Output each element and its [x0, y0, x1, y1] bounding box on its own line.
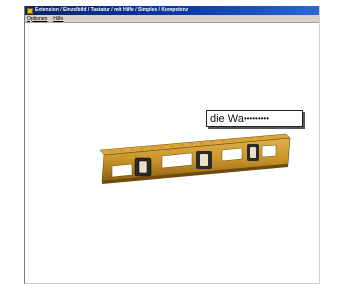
- answer-masked-text: •••••••••: [243, 114, 270, 123]
- spirit-level-image: [99, 133, 291, 184]
- vial-middle: [196, 151, 212, 169]
- menu-options[interactable]: Optionen: [27, 15, 47, 23]
- title-bar[interactable]: Extension / Einzelbild / Tastatur / mit …: [25, 6, 319, 15]
- vial-left: [134, 157, 152, 177]
- app-icon: [27, 7, 33, 14]
- answer-input[interactable]: die Wa •••••••••: [206, 110, 303, 127]
- menu-help[interactable]: Hilfe: [53, 15, 63, 23]
- vial-right: [247, 144, 259, 161]
- answer-typed-text: die Wa: [210, 112, 244, 125]
- menu-bar: Optionen Hilfe: [25, 15, 319, 23]
